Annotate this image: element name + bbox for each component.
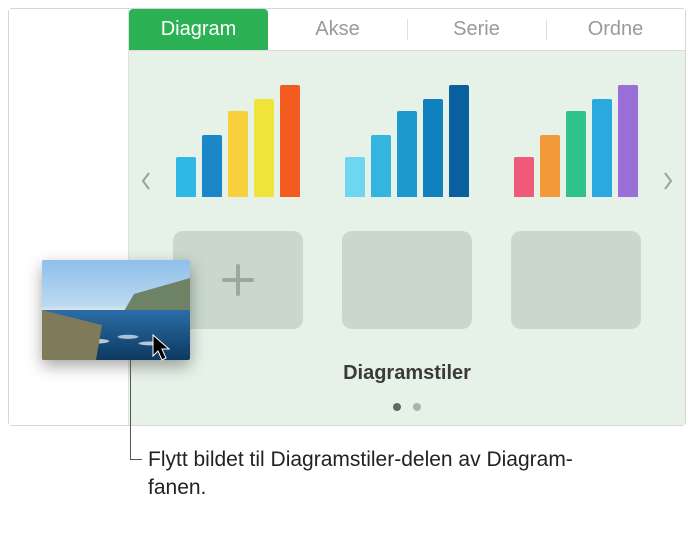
tab-label: Akse bbox=[315, 18, 359, 41]
plus-icon bbox=[222, 264, 254, 296]
inspector-tabs: Diagram Akse Serie Ordne bbox=[129, 9, 685, 51]
section-label: Diagramstiler bbox=[129, 362, 685, 385]
carousel-prev-button[interactable] bbox=[133, 161, 159, 201]
page-dot[interactable] bbox=[393, 403, 401, 411]
left-gutter bbox=[9, 9, 129, 425]
bar-icon bbox=[566, 111, 586, 197]
diagram-panel: Diagramstiler bbox=[129, 51, 685, 425]
bar-icon bbox=[592, 99, 612, 197]
bar-icon bbox=[371, 135, 391, 197]
chevron-right-icon bbox=[662, 171, 674, 191]
chart-style-preset-1[interactable] bbox=[173, 77, 303, 197]
empty-style-slot[interactable] bbox=[511, 231, 641, 329]
tab-label: Ordne bbox=[588, 18, 644, 41]
tab-label: Serie bbox=[453, 18, 500, 41]
tab-serie[interactable]: Serie bbox=[407, 9, 546, 50]
chevron-left-icon bbox=[140, 171, 152, 191]
empty-style-slot[interactable] bbox=[342, 231, 472, 329]
bar-icon bbox=[423, 99, 443, 197]
tab-ordne[interactable]: Ordne bbox=[546, 9, 685, 50]
bar-icon bbox=[540, 135, 560, 197]
bar-icon bbox=[345, 157, 365, 197]
bar-icon bbox=[397, 111, 417, 197]
add-style-slot[interactable] bbox=[173, 231, 303, 329]
carousel-next-button[interactable] bbox=[655, 161, 681, 201]
bar-icon bbox=[618, 85, 638, 197]
chart-style-preset-3[interactable] bbox=[511, 77, 641, 197]
bar-icon bbox=[228, 111, 248, 197]
bar-icon bbox=[280, 85, 300, 197]
tab-diagram[interactable]: Diagram bbox=[129, 9, 268, 50]
tab-akse[interactable]: Akse bbox=[268, 9, 407, 50]
instruction-caption: Flytt bildet til Diagramstiler-delen av … bbox=[148, 446, 578, 503]
dragged-image-thumbnail[interactable] bbox=[42, 260, 190, 360]
page-indicator[interactable] bbox=[129, 403, 685, 411]
style-row-custom bbox=[173, 231, 641, 329]
style-row-presets bbox=[173, 77, 641, 197]
bar-icon bbox=[449, 85, 469, 197]
bar-icon bbox=[202, 135, 222, 197]
tab-label: Diagram bbox=[161, 18, 237, 41]
bar-icon bbox=[176, 157, 196, 197]
chart-style-preset-2[interactable] bbox=[342, 77, 472, 197]
callout-line bbox=[130, 360, 131, 460]
bar-icon bbox=[254, 99, 274, 197]
style-carousel: Diagramstiler bbox=[129, 51, 685, 425]
page-dot[interactable] bbox=[413, 403, 421, 411]
bar-icon bbox=[514, 157, 534, 197]
